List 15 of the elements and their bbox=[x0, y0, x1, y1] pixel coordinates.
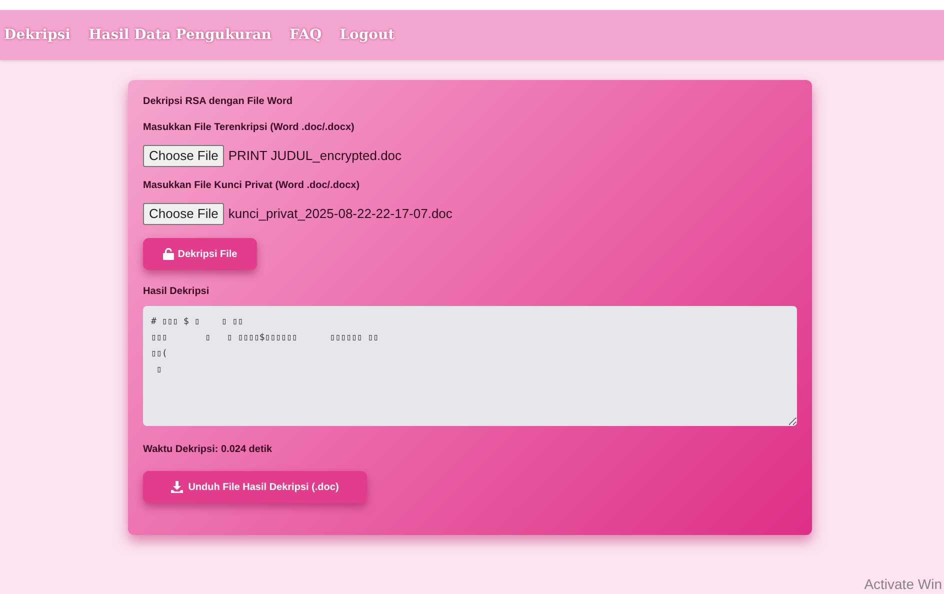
file-name: PRINT JUDUL_encrypted.doc bbox=[228, 147, 402, 166]
download-button[interactable]: Unduh File Hasil Dekripsi (.doc) bbox=[143, 471, 367, 503]
choose-file-button[interactable]: Choose File bbox=[143, 145, 224, 167]
decrypt-time: Waktu Dekripsi: 0.024 detik bbox=[143, 443, 274, 457]
field-label: Masukkan File Terenkripsi (Word .doc/.docx) bbox=[143, 121, 356, 135]
unlock-icon bbox=[162, 248, 174, 260]
download-icon bbox=[171, 481, 184, 493]
choose-file-button[interactable]: Choose File bbox=[143, 203, 224, 225]
result-textarea[interactable]: # ▯▯▯ $ ▯ ▯ ▯▯ ▯▯▯ ▯ ▯ ▯▯▯▯$▯▯▯▯▯▯ ▯▯▯▯▯▯ ▯▯ ▯▯( ▯ bbox=[143, 306, 797, 426]
decrypt-button[interactable]: Dekripsi File bbox=[143, 238, 257, 270]
activation-notice: Activate Win bbox=[864, 575, 942, 594]
card-title: Dekripsi RSA dengan File Word bbox=[143, 95, 294, 109]
field-label: Masukkan File Kunci Privat (Word .doc/.docx) bbox=[143, 179, 361, 193]
result-label: Hasil Dekripsi bbox=[143, 285, 210, 299]
file-name: kunci_privat_2025-08-22-22-17-07.doc bbox=[228, 205, 452, 224]
